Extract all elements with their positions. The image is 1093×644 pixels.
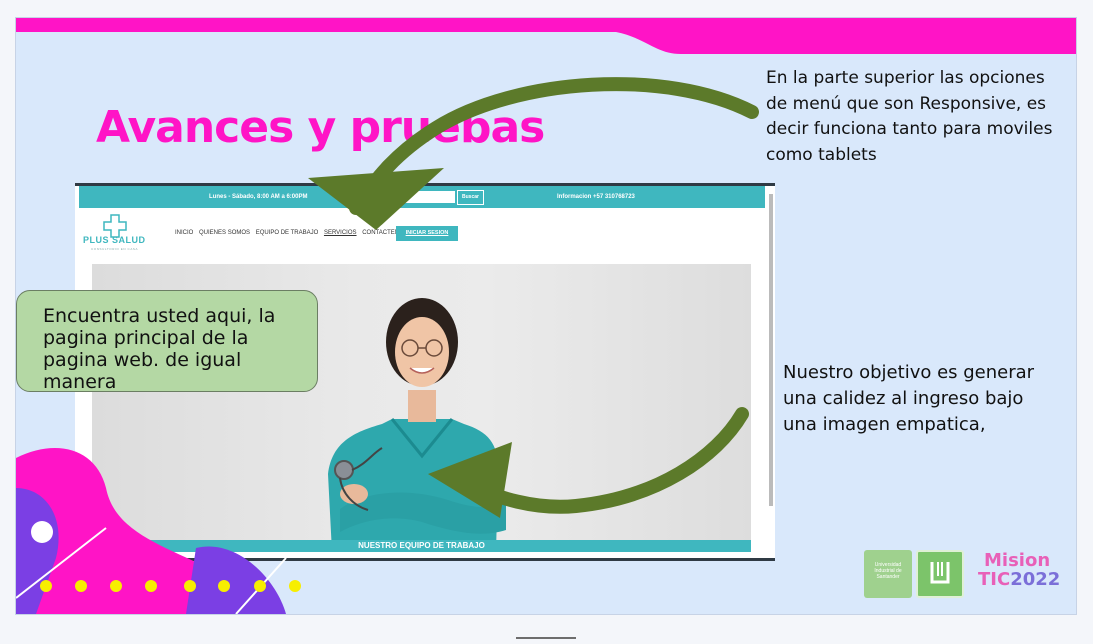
site-search-button[interactable]: Buscar bbox=[457, 190, 484, 205]
nav-item-quienes-somos[interactable]: QUIENES SOMOS bbox=[199, 230, 250, 236]
nav-item-equipo[interactable]: EQUIPO DE TRABAJO bbox=[256, 230, 319, 236]
logo-name: PLUS SALUD bbox=[83, 235, 146, 245]
note-objective: Nuestro objetivo es generar una calidez … bbox=[783, 362, 1035, 435]
logo-tagline: CONSULTORIO EN CASA bbox=[91, 247, 139, 251]
site-search-input[interactable] bbox=[369, 191, 455, 203]
site-scrollbar[interactable] bbox=[769, 194, 773, 506]
plus-salud-logo[interactable]: PLUS SALUD CONSULTORIO EN CASA bbox=[83, 214, 163, 254]
nav-item-inicio[interactable]: INICIO bbox=[175, 230, 193, 236]
note-menu-responsive: En la parte superior las opciones de men… bbox=[766, 68, 1053, 165]
tic-label: TIC bbox=[978, 569, 1011, 590]
site-contact-info: Informacion +57 310768723 bbox=[557, 194, 635, 200]
mision-tic-logo: Mision TIC2022 bbox=[978, 552, 1060, 590]
site-hours: Lunes - Sábado, 8:00 AM a 6:00PM bbox=[209, 194, 308, 200]
site-info-bar: Lunes - Sábado, 8:00 AM a 6:00PM Buscar … bbox=[79, 186, 765, 208]
mision-year: 2022 bbox=[1010, 569, 1061, 590]
mision-label: Mision bbox=[984, 550, 1051, 571]
top-band-decoration bbox=[16, 18, 1076, 54]
callout-main-page: Encuentra usted aqui, la pagina principa… bbox=[16, 290, 318, 393]
site-nav-menu: INICIO QUIENES SOMOS EQUIPO DE TRABAJO S… bbox=[175, 230, 412, 236]
uis-text-logo: Universidad Industrial de Santander bbox=[864, 550, 912, 598]
nav-item-servicios[interactable]: SERVICIOS bbox=[324, 230, 357, 236]
slide-page-indicator bbox=[516, 637, 576, 639]
slide-title: Avances y pruebas bbox=[96, 102, 545, 153]
uis-emblem-icon bbox=[916, 550, 964, 598]
presentation-slide: Avances y pruebas En la parte superior l… bbox=[16, 18, 1076, 614]
hero-caption: NUESTRO EQUIPO DE TRABAJO bbox=[92, 540, 751, 552]
login-button[interactable]: INICIAR SESION bbox=[396, 226, 458, 241]
